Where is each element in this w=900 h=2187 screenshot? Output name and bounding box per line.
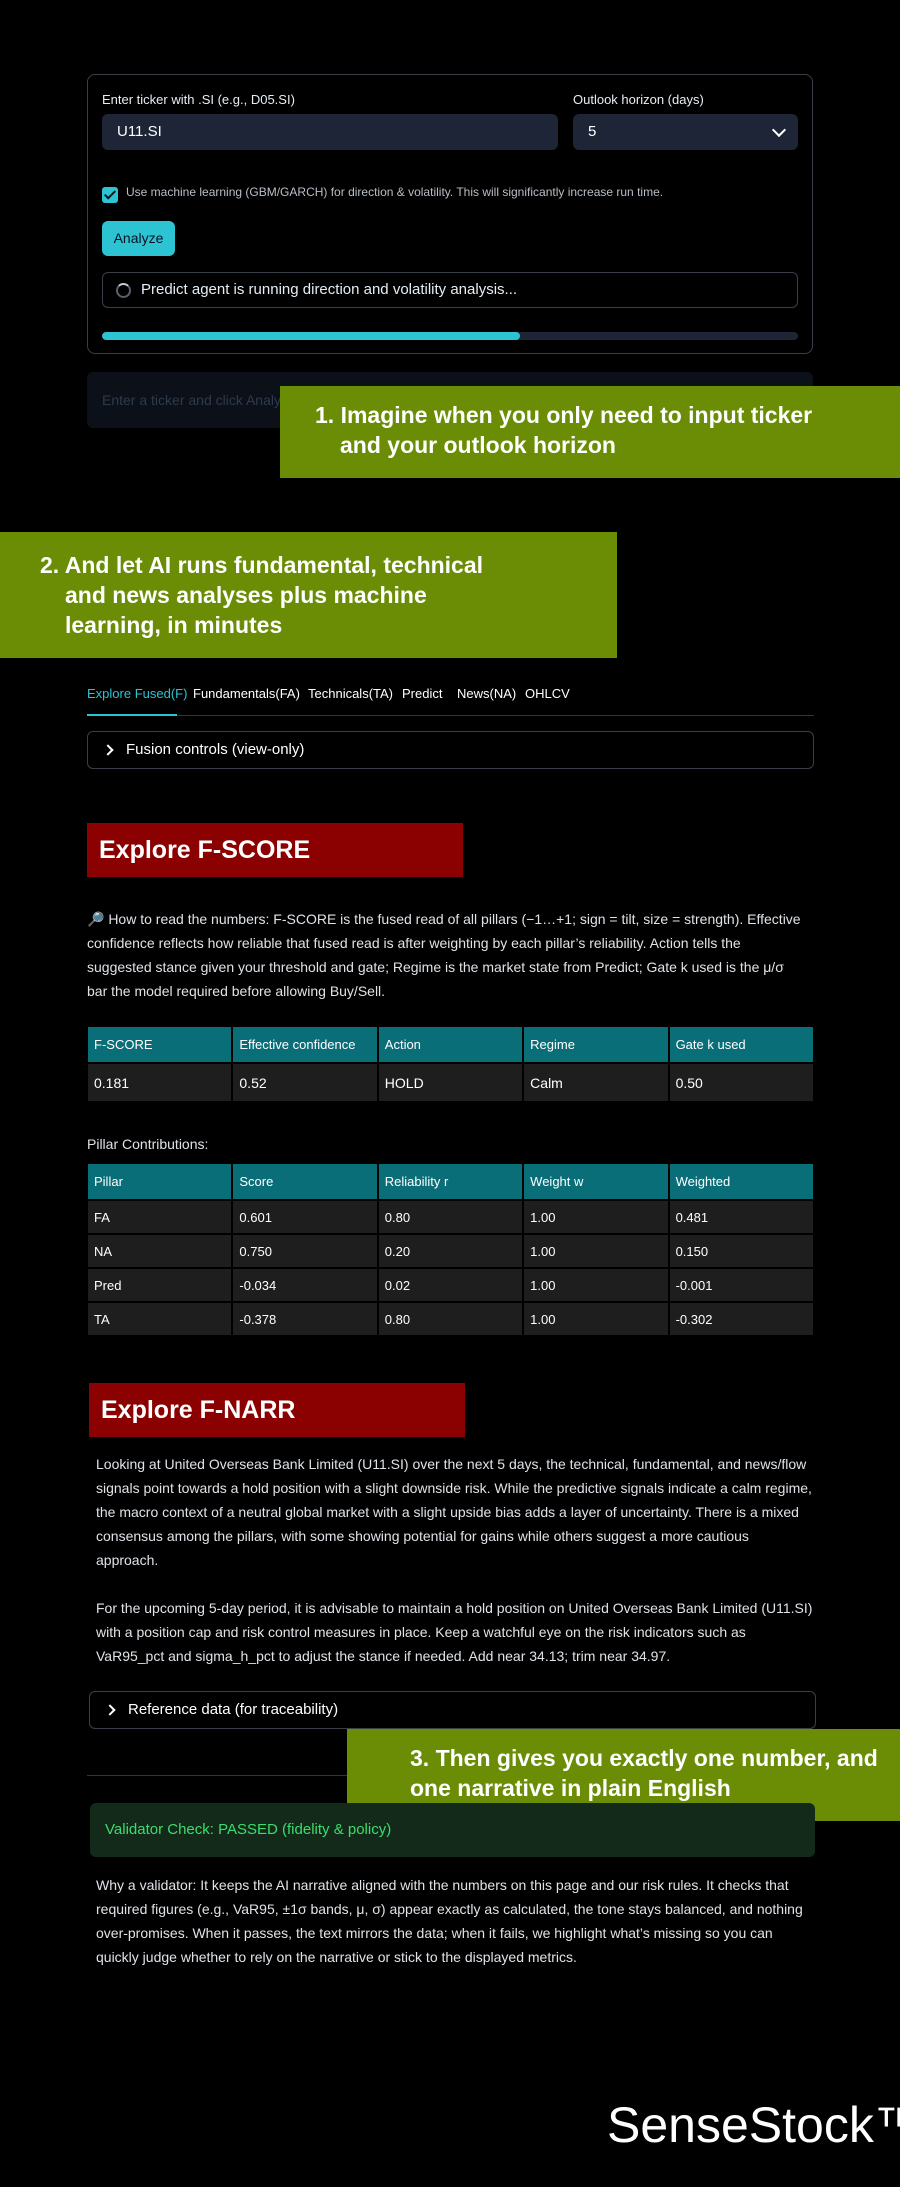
tab-fundamentals[interactable]: Fundamentals(FA) [193,686,300,701]
table-cell: 1.00 [524,1235,668,1267]
column-header: Weighted [669,1164,813,1199]
table-cell: 0.80 [378,1201,523,1233]
status-text: Predict agent is running direction and v… [141,281,518,298]
tab-news[interactable]: News(NA) [457,686,516,701]
tab-ohlcv[interactable]: OHLCV [525,686,570,701]
fusion-controls-label: Fusion controls (view-only) [126,741,305,758]
callout-2-line-2: and news analyses plus machine [65,582,427,608]
horizon-label: Outlook horizon (days) [573,92,704,107]
table-cell: 0.750 [233,1235,377,1267]
progress-bar [102,332,798,340]
gate-k-value: 0.50 [669,1064,813,1101]
table-cell: 1.00 [524,1269,668,1301]
callout-3-line-2: one narrative in plain English [410,1775,731,1801]
fnarr-paragraph-2: For the upcoming 5-day period, it is adv… [96,1600,813,1664]
callout-banner-1: 1. Imagine when you only need to input t… [280,386,900,478]
table-cell: 0.02 [378,1269,523,1301]
table-row: TA -0.378 0.80 1.00 -0.302 [88,1303,813,1335]
ticker-label: Enter ticker with .SI (e.g., D05.SI) [102,92,295,107]
table-cell: NA [88,1235,232,1267]
tab-bar: Explore Fused(F) Fundamentals(FA) Techni… [87,686,814,716]
table-cell: 0.20 [378,1235,523,1267]
fnarr-title: Explore F-NARR [89,1383,465,1437]
table-cell: 1.00 [524,1303,668,1335]
ml-checkbox-label: Use machine learning (GBM/GARCH) for dir… [126,185,664,199]
status-message: Predict agent is running direction and v… [102,272,798,308]
table-cell: FA [88,1201,232,1233]
callout-1-line-1: 1. Imagine when you only need to input t… [315,402,813,428]
spinner-icon [116,283,131,298]
progress-fill [102,332,520,340]
horizon-select[interactable]: 5 [573,114,798,150]
column-header: Pillar [88,1164,232,1199]
fusion-controls-expander[interactable]: Fusion controls (view-only) [87,731,814,769]
ml-checkbox[interactable] [102,187,118,203]
tab-technicals[interactable]: Technicals(TA) [308,686,393,701]
pillar-contributions-label: Pillar Contributions: [87,1136,209,1152]
fnarr-paragraph-1: Looking at United Overseas Bank Limited … [96,1456,812,1568]
brand-logo-text: SenseStock™ [607,2097,900,2153]
table-row: Pred -0.034 0.02 1.00 -0.001 [88,1269,813,1301]
reference-data-expander[interactable]: Reference data (for traceability) [89,1691,816,1729]
fscore-help-text: 🔎 How to read the numbers: F-SCORE is th… [87,911,801,999]
chevron-right-icon [102,744,114,756]
table-row: NA 0.750 0.20 1.00 0.150 [88,1235,813,1267]
table-cell: 0.80 [378,1303,523,1335]
pillar-table: Pillar Score Reliability r Weight w Weig… [86,1162,815,1337]
table-cell: Pred [88,1269,232,1301]
tab-explore-fused[interactable]: Explore Fused(F) [87,686,187,701]
regime-value: Calm [524,1064,668,1101]
validator-status-badge: Validator Check: PASSED (fidelity & poli… [90,1803,815,1857]
table-cell: 0.481 [669,1201,813,1233]
reference-data-label: Reference data (for traceability) [128,1701,339,1718]
column-header: Reliability r [378,1164,523,1199]
callout-2-line-3: learning, in minutes [65,612,283,638]
fscore-table: F-SCORE Effective confidence Action Regi… [86,1025,815,1103]
table-cell: 1.00 [524,1201,668,1233]
column-header: Weight w [524,1164,668,1199]
fscore-header-row: F-SCORE Effective confidence Action Regi… [88,1027,813,1062]
table-cell: -0.001 [669,1269,813,1301]
callout-1-line-2: and your outlook horizon [340,432,616,458]
callout-2-line-1: 2. And let AI runs fundamental, technica… [40,552,484,578]
chevron-down-icon [771,122,787,138]
column-header: Score [233,1164,377,1199]
column-header: Effective confidence [233,1027,377,1062]
ticker-input[interactable]: U11.SI [102,114,558,150]
column-header: Gate k used [669,1027,813,1062]
chevron-right-icon [104,1704,116,1716]
table-cell: -0.378 [233,1303,377,1335]
fscore-title: Explore F-SCORE [87,823,463,877]
column-header: F-SCORE [88,1027,232,1062]
column-header: Regime [524,1027,668,1062]
table-cell: 0.150 [669,1235,813,1267]
horizon-value: 5 [588,123,597,140]
active-tab-indicator [87,714,177,716]
action-value: HOLD [378,1064,523,1101]
tab-predict[interactable]: Predict [402,686,442,701]
callout-banner-2: 2. And let AI runs fundamental, technica… [0,532,617,658]
fscore-value: 0.181 [88,1064,232,1101]
table-row: FA 0.601 0.80 1.00 0.481 [88,1201,813,1233]
effective-confidence-value: 0.52 [233,1064,377,1101]
table-cell: 0.601 [233,1201,377,1233]
analyze-button[interactable]: Analyze [102,221,175,256]
table-row: 0.181 0.52 HOLD Calm 0.50 [88,1064,813,1101]
callout-3-line-1: 3. Then gives you exactly one number, an… [410,1745,878,1771]
pillar-header-row: Pillar Score Reliability r Weight w Weig… [88,1164,813,1199]
validator-explanation: Why a validator: It keeps the AI narrati… [96,1877,803,1965]
column-header: Action [378,1027,523,1062]
table-cell: -0.034 [233,1269,377,1301]
table-cell: -0.302 [669,1303,813,1335]
table-cell: TA [88,1303,232,1335]
